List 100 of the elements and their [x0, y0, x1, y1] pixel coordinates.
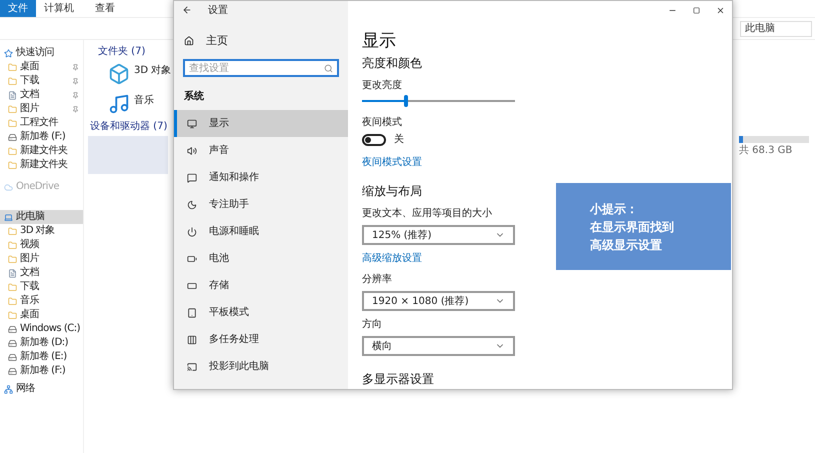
- cast-icon: [187, 362, 197, 372]
- nav-icon: [8, 226, 17, 236]
- nav-icon: [8, 268, 17, 278]
- nav-item[interactable]: 桌面: [0, 60, 83, 74]
- ribbon-tab[interactable]: 计算机: [36, 0, 82, 17]
- window-title: 设置: [208, 4, 228, 18]
- nav-icon: [4, 212, 13, 222]
- home-icon: [184, 36, 194, 46]
- nav-icon: [8, 90, 17, 100]
- nav-item[interactable]: 图片: [0, 102, 83, 116]
- tip-text: 高级显示设置: [590, 238, 663, 250]
- nav-item[interactable]: 此电脑: [0, 210, 83, 224]
- battery-icon: [187, 254, 197, 264]
- ribbon-tab[interactable]: 查看: [82, 0, 128, 17]
- multitask-icon: [187, 334, 197, 344]
- back-arrow-icon[interactable]: [182, 5, 192, 15]
- tip-text: 在显示界面找到: [590, 220, 675, 232]
- nav-item[interactable]: 下载: [0, 280, 83, 294]
- nav-icon: [8, 62, 17, 72]
- settings-nav-item[interactable]: 投影到此电脑: [174, 353, 348, 380]
- moon-icon: [187, 200, 197, 210]
- nav-icon: [8, 366, 17, 376]
- brightness-slider[interactable]: [362, 95, 515, 108]
- section-heading: 多显示器设置: [362, 371, 435, 388]
- nav-item[interactable]: 网络: [0, 382, 83, 396]
- settings-nav-item[interactable]: 显示: [174, 110, 348, 137]
- nav-item[interactable]: 新加卷 (F:): [0, 364, 83, 378]
- nav-item[interactable]: Windows (C:): [0, 322, 83, 336]
- nav-icon: [8, 240, 17, 250]
- drive-usage-bar: [739, 136, 809, 143]
- nav-item[interactable]: 文档: [0, 266, 83, 280]
- nav-item[interactable]: 图片: [0, 252, 83, 266]
- group-header: 文件夹 (7): [97, 44, 146, 59]
- field-label: 分辨率: [362, 272, 392, 288]
- nav-item[interactable]: 文档: [0, 88, 83, 102]
- search-field[interactable]: 查找设置: [183, 59, 339, 77]
- section-heading: 系统: [183, 90, 205, 104]
- nav-item[interactable]: 桌面: [0, 308, 83, 322]
- night-mode-link[interactable]: 夜间模式设置: [362, 155, 718, 170]
- settings-nav-item[interactable]: 多任务处理: [174, 326, 348, 353]
- nav-icon: [4, 48, 13, 58]
- search-icon: [324, 64, 333, 72]
- nav-icon: [8, 160, 17, 170]
- maximize-icon: [692, 6, 700, 14]
- settings-nav-item[interactable]: 电池: [174, 245, 348, 272]
- nav-icon: [8, 282, 17, 292]
- folder-item[interactable]: 3D 对象: [108, 63, 172, 85]
- group-header: 设备和驱动器 (7): [89, 120, 168, 134]
- nav-item[interactable]: 下载: [0, 74, 83, 88]
- nav-icon: [8, 104, 17, 114]
- nav-icon: [8, 338, 17, 348]
- tablet-icon: [187, 308, 197, 318]
- nav-item[interactable]: 视频: [0, 238, 83, 252]
- dropdown[interactable]: 1920 × 1080 (推荐): [362, 291, 515, 312]
- nav-icon: [8, 310, 17, 320]
- nav-item[interactable]: 新加卷 (F:): [0, 130, 83, 144]
- nav-item[interactable]: 新建文件夹: [0, 144, 83, 158]
- nav-item[interactable]: 3D 对象: [0, 224, 83, 238]
- nav-item[interactable]: 新加卷 (E:): [0, 350, 83, 364]
- nav-icon: [8, 254, 17, 264]
- toggle-label: 夜间模式: [362, 116, 403, 130]
- folder-item[interactable]: 音乐: [108, 93, 154, 115]
- nav-item[interactable]: 新建文件夹: [0, 158, 83, 172]
- settings-nav-item[interactable]: 通知和操作: [174, 164, 348, 191]
- nav-item[interactable]: 新加卷 (D:): [0, 336, 83, 350]
- ribbon-tab[interactable]: 文件: [0, 0, 36, 17]
- drive-size: 共 68.3 GB: [739, 144, 794, 158]
- nav-icon: [4, 182, 13, 192]
- tip-text: 小提示：: [590, 202, 639, 214]
- toggle-state: 关: [394, 132, 404, 148]
- close-icon: [716, 6, 724, 14]
- monitor-icon: [187, 118, 197, 128]
- address-bar[interactable]: 此电脑: [740, 20, 812, 36]
- nav-icon: [4, 384, 13, 394]
- nav-item[interactable]: 工程文件: [0, 116, 83, 130]
- drive-tile[interactable]: [88, 136, 168, 174]
- speaker-icon: [187, 146, 197, 156]
- message-icon: [187, 172, 197, 182]
- nav-icon: [8, 118, 17, 128]
- nav-icon: [8, 146, 17, 156]
- nav-icon: [8, 324, 17, 334]
- slider-label: 更改亮度: [362, 78, 403, 94]
- home-item[interactable]: 主页: [174, 29, 348, 53]
- nav-item[interactable]: 快速访问: [0, 46, 83, 60]
- music-folder-icon: [108, 93, 130, 115]
- dropdown[interactable]: 125% (推荐): [362, 225, 515, 246]
- search-input[interactable]: 查找设置: [189, 60, 319, 76]
- section-heading: 缩放与布局: [362, 183, 423, 200]
- settings-nav-item[interactable]: 专注助手: [174, 191, 348, 218]
- dropdown[interactable]: 横向: [362, 336, 515, 356]
- nav-icon: [8, 296, 17, 306]
- settings-nav-item[interactable]: 电源和睡眠: [174, 218, 348, 245]
- nav-icon: [8, 76, 17, 86]
- settings-nav-item[interactable]: 声音: [174, 137, 348, 164]
- nav-item[interactable]: 音乐: [0, 294, 83, 308]
- storage-icon: [187, 280, 197, 290]
- settings-nav-item[interactable]: 存储: [174, 272, 348, 299]
- section-heading: 亮度和颜色: [362, 55, 423, 72]
- toggle-switch[interactable]: [362, 134, 386, 146]
- settings-nav-item[interactable]: 平板模式: [174, 299, 348, 326]
